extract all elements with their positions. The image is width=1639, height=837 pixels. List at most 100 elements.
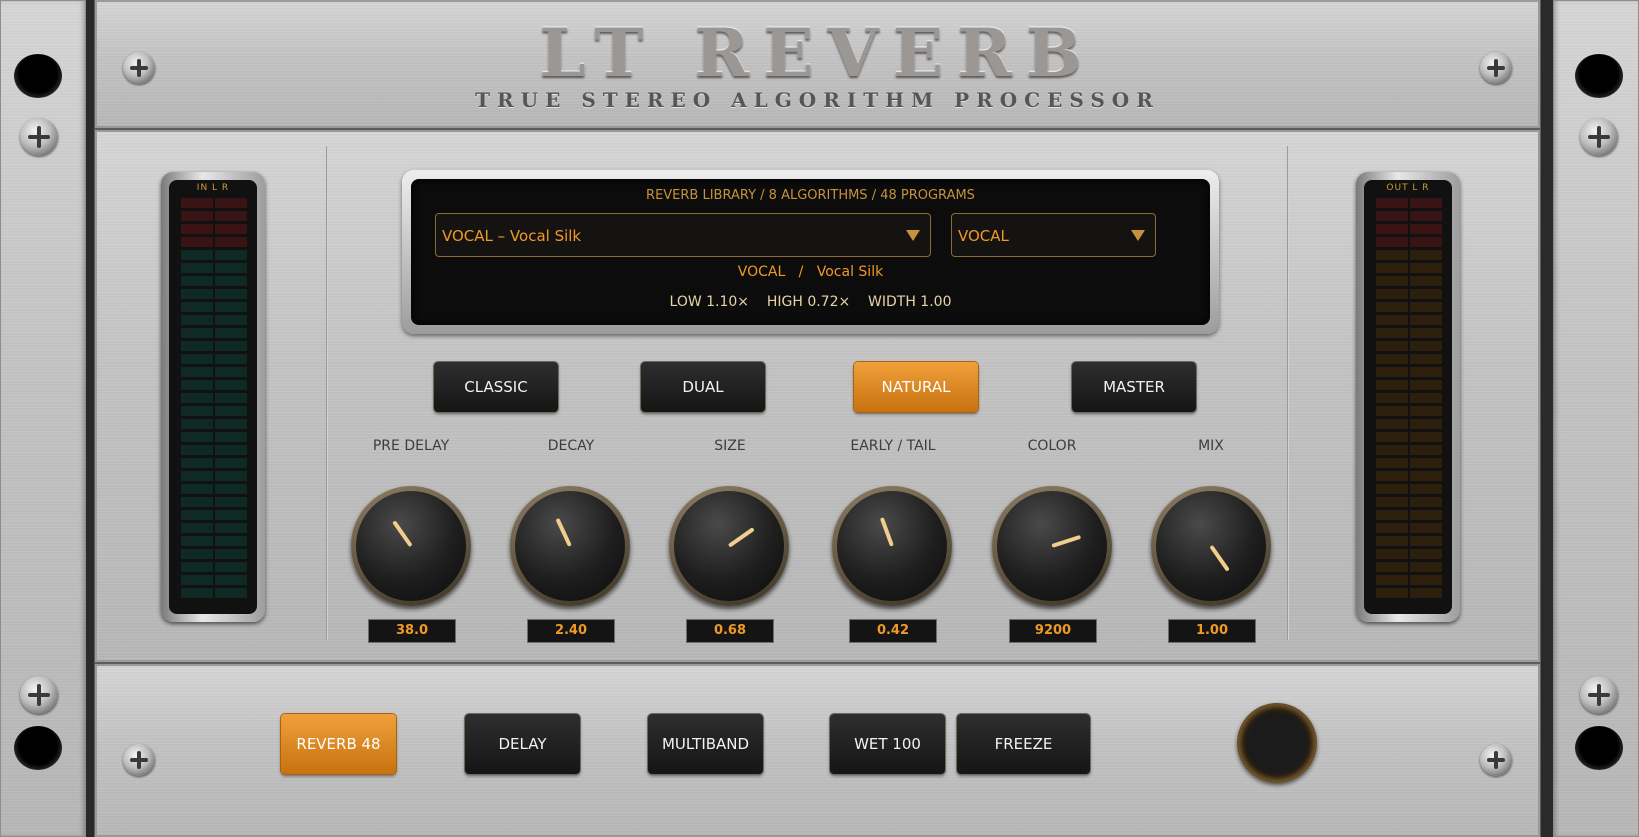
meter-segment bbox=[1376, 497, 1408, 507]
mode-button-classic[interactable]: CLASSIC bbox=[434, 362, 558, 412]
knob-decay[interactable] bbox=[510, 486, 630, 606]
knob-pointer bbox=[1051, 534, 1082, 548]
meter-segment bbox=[215, 367, 247, 377]
knob-pointer bbox=[879, 517, 894, 547]
program-select[interactable]: VOCAL – Vocal Silk bbox=[435, 213, 931, 257]
meter-segment bbox=[1410, 237, 1442, 247]
readout-pre-delay: 38.0 bbox=[368, 619, 456, 643]
readout-decay: 2.40 bbox=[527, 619, 615, 643]
meter-segment bbox=[215, 536, 247, 546]
meter-segment bbox=[181, 315, 213, 325]
meter-segment bbox=[181, 250, 213, 260]
meter-segment bbox=[181, 367, 213, 377]
meter-segment bbox=[181, 471, 213, 481]
meter-segment bbox=[181, 588, 213, 598]
panel-screw-icon bbox=[1480, 744, 1512, 776]
power-button[interactable] bbox=[1237, 703, 1317, 783]
meter-segment bbox=[1376, 588, 1408, 598]
rack-screw-icon bbox=[1580, 118, 1618, 156]
meter-segment bbox=[1410, 471, 1442, 481]
meter-segment bbox=[1410, 406, 1442, 416]
meter-segment bbox=[181, 380, 213, 390]
input-meter: IN L R bbox=[161, 172, 265, 622]
knob-color[interactable] bbox=[992, 486, 1112, 606]
footer-button-multiband[interactable]: MULTIBAND bbox=[648, 714, 763, 774]
mode-button-dual[interactable]: DUAL bbox=[641, 362, 765, 412]
meter-segment bbox=[1376, 237, 1408, 247]
meter-segment bbox=[215, 445, 247, 455]
knob-mix[interactable] bbox=[1151, 486, 1271, 606]
meter-segment bbox=[181, 328, 213, 338]
knob-label-pre-delay: PRE DELAY bbox=[372, 438, 450, 454]
meter-segment bbox=[1376, 328, 1408, 338]
current-category: VOCAL bbox=[737, 264, 786, 280]
meter-segment bbox=[181, 263, 213, 273]
meter-segment bbox=[1410, 393, 1442, 403]
mode-button-master[interactable]: MASTER bbox=[1072, 362, 1196, 412]
knob-pre-delay[interactable] bbox=[351, 486, 471, 606]
meter-segment bbox=[215, 549, 247, 559]
meter-segment bbox=[1376, 562, 1408, 572]
meter-segment bbox=[1410, 523, 1442, 533]
panel-screw-icon bbox=[123, 744, 155, 776]
meter-segment bbox=[1376, 276, 1408, 286]
knob-pointer bbox=[1209, 544, 1230, 572]
meter-segment bbox=[181, 211, 213, 221]
knob-size[interactable] bbox=[669, 486, 789, 606]
rack-hole bbox=[1575, 726, 1623, 770]
meter-segment bbox=[215, 250, 247, 260]
meter-segment bbox=[181, 276, 213, 286]
header-panel: LT REVERB TRUE STEREO ALGORITHM PROCESSO… bbox=[95, 0, 1540, 128]
knob-early-tail[interactable] bbox=[832, 486, 952, 606]
meter-segment bbox=[181, 549, 213, 559]
meter-segment bbox=[1410, 250, 1442, 260]
readout-size: 0.68 bbox=[686, 619, 774, 643]
meter-segment bbox=[181, 497, 213, 507]
rack-hole bbox=[14, 726, 62, 770]
knob-label-size: SIZE bbox=[714, 438, 746, 454]
meter-segment bbox=[215, 588, 247, 598]
meter-segment bbox=[1376, 211, 1408, 221]
meter-segment bbox=[215, 328, 247, 338]
input-meter-label: IN L R bbox=[196, 183, 230, 193]
meter-segment bbox=[215, 211, 247, 221]
meter-segment bbox=[1376, 419, 1408, 429]
category-select-value: VOCAL bbox=[958, 227, 1009, 245]
meter-segment bbox=[1410, 588, 1442, 598]
current-program-line: VOCAL / Vocal Silk bbox=[411, 264, 1210, 280]
rack-rail-right bbox=[1553, 0, 1639, 837]
meter-segment bbox=[215, 575, 247, 585]
meter-segment bbox=[215, 276, 247, 286]
meter-segment bbox=[1376, 289, 1408, 299]
footer-button-freeze[interactable]: FREEZE bbox=[957, 714, 1090, 774]
meter-segment bbox=[1410, 224, 1442, 234]
meter-segment bbox=[1410, 367, 1442, 377]
meter-segment bbox=[1376, 250, 1408, 260]
meter-segment bbox=[215, 315, 247, 325]
footer-button-reverb-48[interactable]: REVERB 48 bbox=[281, 714, 396, 774]
meter-segment bbox=[181, 289, 213, 299]
dropdown-arrow-icon bbox=[1131, 230, 1145, 241]
meter-segment bbox=[1376, 471, 1408, 481]
category-select[interactable]: VOCAL bbox=[951, 213, 1156, 257]
rack-screw-icon bbox=[20, 118, 58, 156]
current-program: Vocal Silk bbox=[816, 264, 884, 280]
eq-width-info: LOW 1.10× HIGH 0.72× WIDTH 1.00 bbox=[669, 294, 952, 310]
readout-mix: 1.00 bbox=[1168, 619, 1256, 643]
meter-segment bbox=[215, 224, 247, 234]
meter-segment bbox=[215, 432, 247, 442]
footer-button-delay[interactable]: DELAY bbox=[465, 714, 580, 774]
meter-segment bbox=[1376, 341, 1408, 351]
meter-segment bbox=[215, 237, 247, 247]
meter-segment bbox=[215, 562, 247, 572]
meter-segment bbox=[1376, 354, 1408, 364]
meter-segment bbox=[181, 419, 213, 429]
knob-label-early-tail: EARLY / TAIL bbox=[850, 438, 936, 454]
knob-label-mix: MIX bbox=[1198, 438, 1224, 454]
mode-button-natural[interactable]: NATURAL bbox=[854, 362, 978, 412]
footer-button-wet-100[interactable]: WET 100 bbox=[830, 714, 945, 774]
meter-segment bbox=[1410, 575, 1442, 585]
knob-pointer bbox=[392, 520, 413, 548]
meter-segment bbox=[181, 237, 213, 247]
meter-segment bbox=[215, 354, 247, 364]
